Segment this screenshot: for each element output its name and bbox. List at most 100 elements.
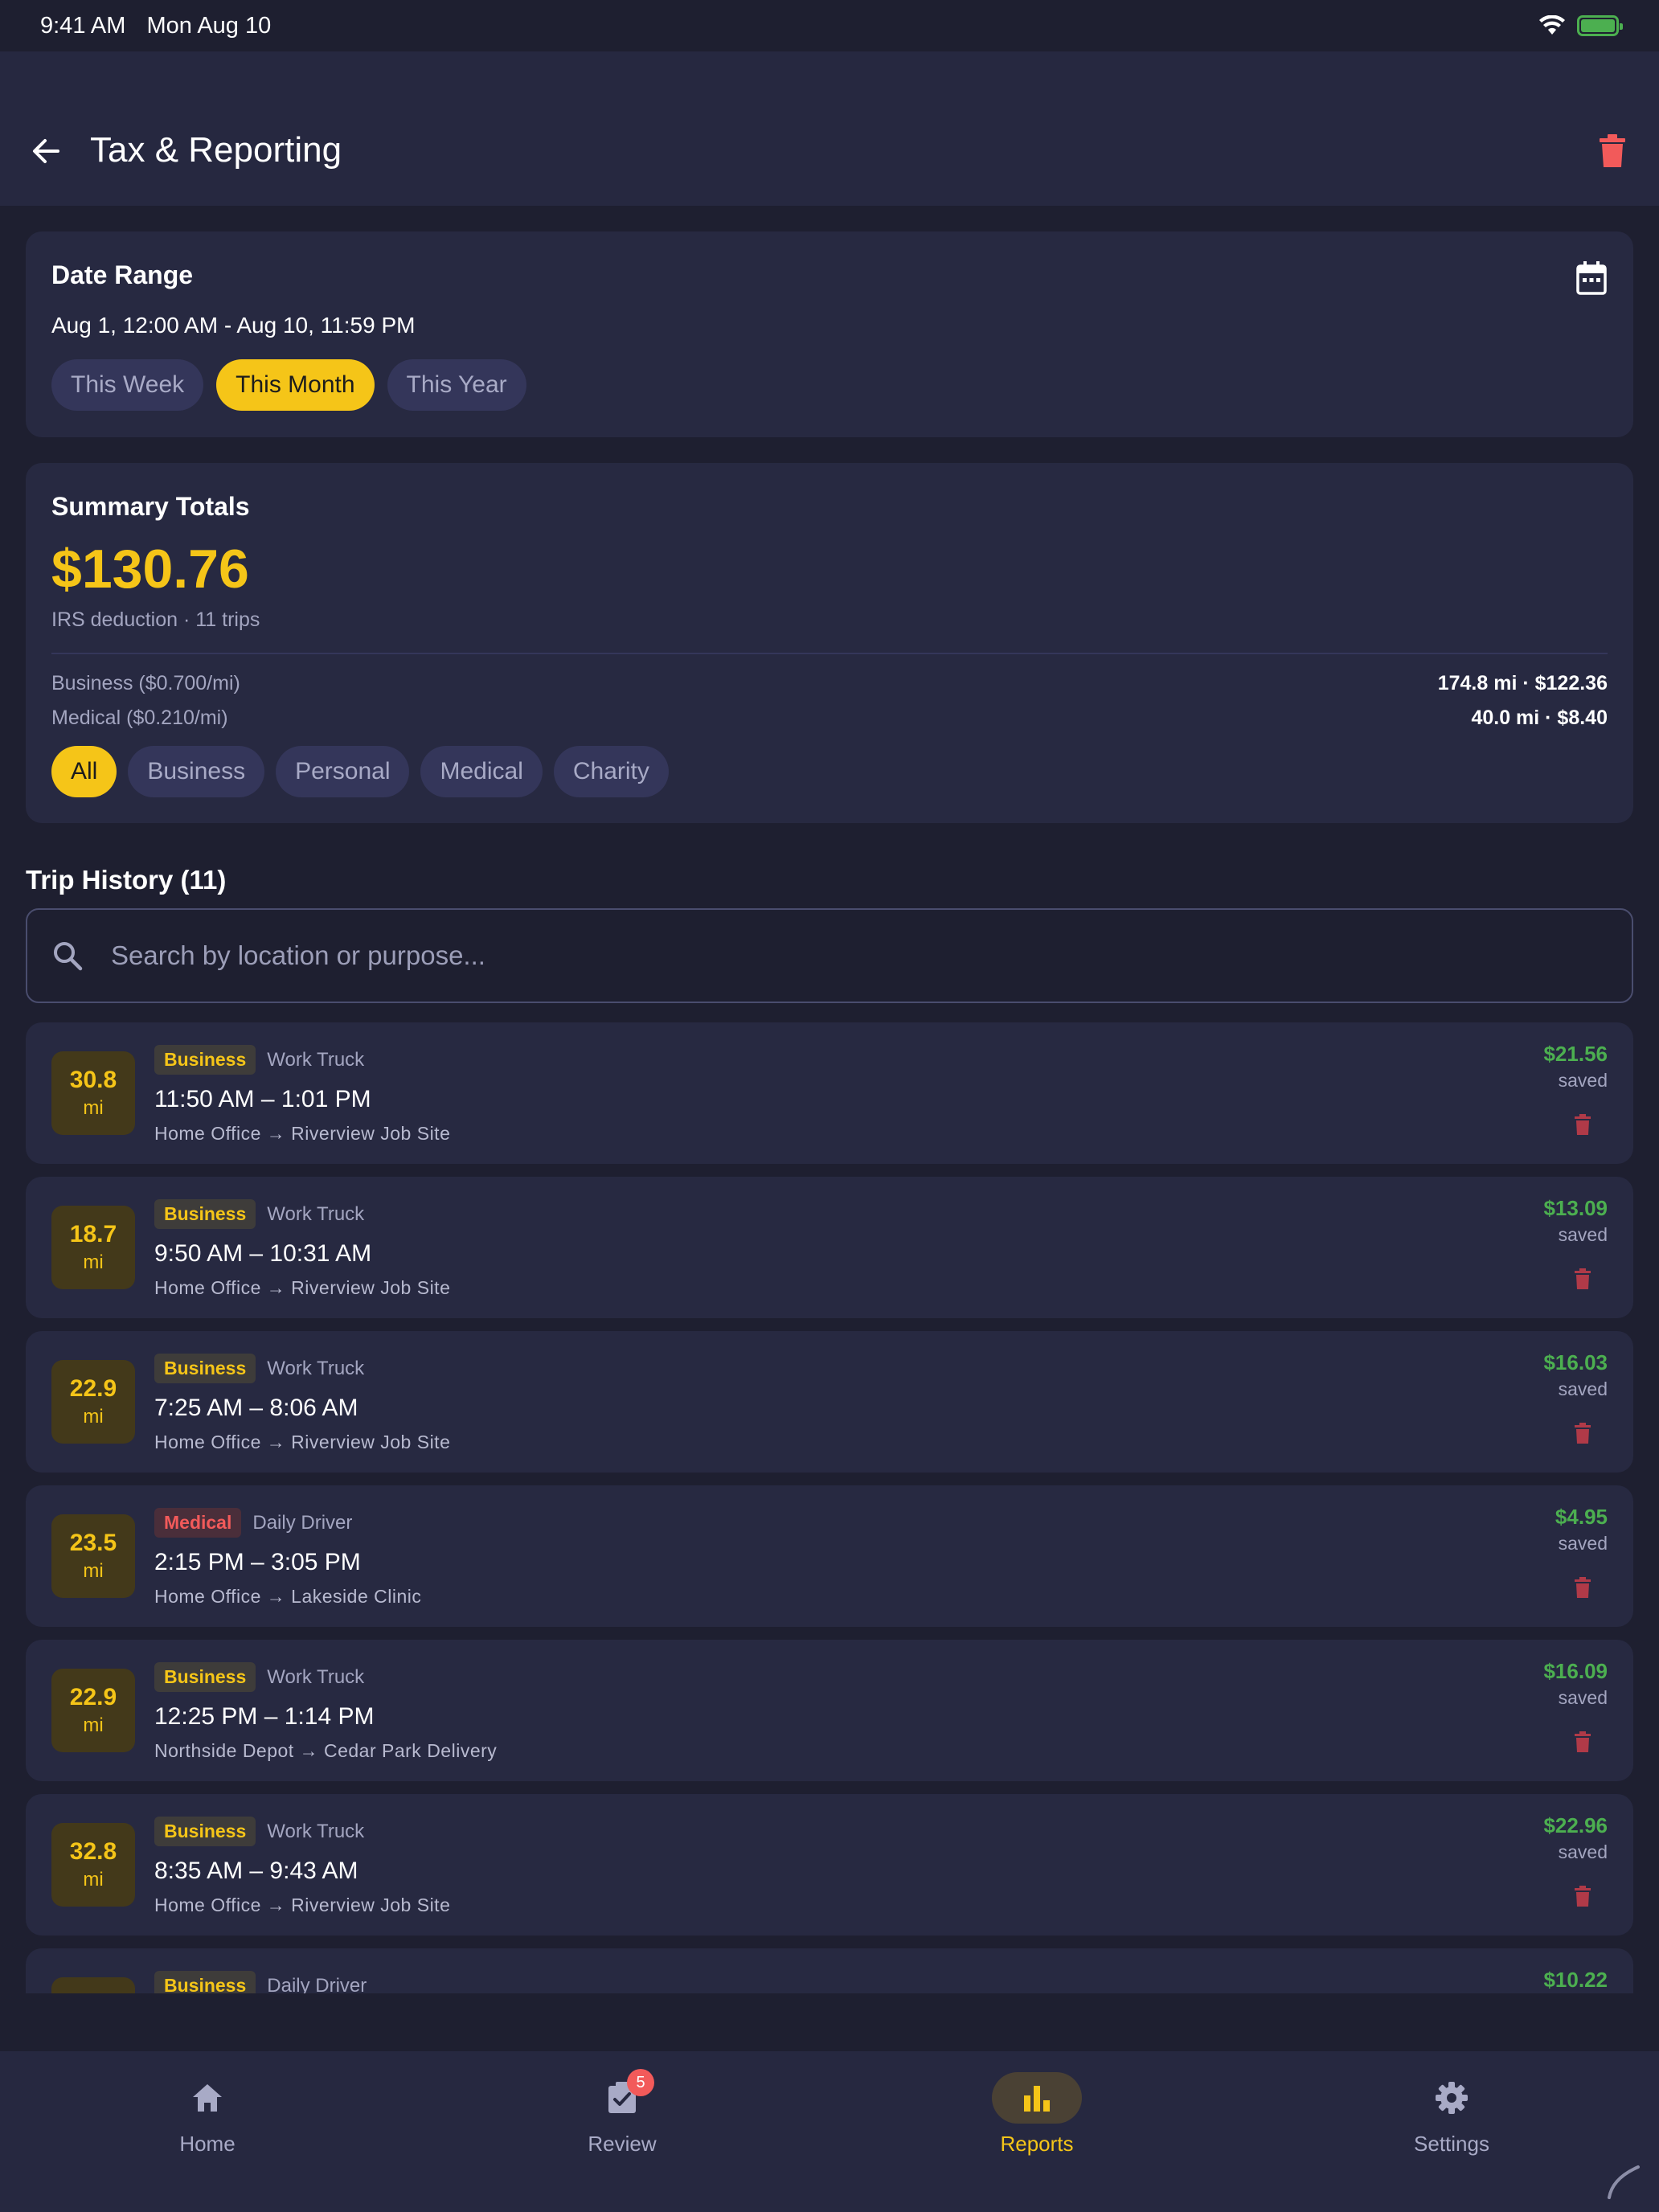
trip-savings: $16.09 saved — [1543, 1659, 1608, 1709]
trip-savings: $13.09 saved — [1543, 1196, 1608, 1246]
nav-icon-wrap — [992, 2072, 1082, 2124]
trip-delete-trash-icon[interactable] — [1574, 1114, 1591, 1135]
trip-miles-unit: mi — [83, 1560, 104, 1582]
status-date: Mon Aug 10 — [146, 12, 272, 39]
trip-miles: 23.5 — [69, 1530, 117, 1556]
trip-row[interactable]: 30.8 mi Business Work Truck 11:50 AM – 1… — [26, 1022, 1633, 1164]
rate-label: Medical ($0.210/mi) — [51, 707, 228, 729]
trip-saved-amount: $21.56 — [1543, 1042, 1608, 1066]
trip-miles-unit: mi — [83, 1714, 104, 1736]
trip-tag-row: Business Work Truck — [154, 1354, 450, 1383]
status-time: 9:41 AM — [40, 12, 126, 39]
search-input[interactable] — [111, 940, 1558, 971]
nav-icon-wrap — [1407, 2072, 1497, 2124]
trip-delete-trash-icon[interactable] — [1574, 1886, 1591, 1907]
trip-vehicle: Work Truck — [267, 1357, 365, 1379]
date-range-heading: Date Range — [51, 260, 194, 289]
trip-vehicle: Work Truck — [267, 1202, 365, 1225]
trip-savings: $16.03 saved — [1543, 1350, 1608, 1400]
trip-time: 9:50 AM – 10:31 AM — [154, 1240, 372, 1267]
trip-saved-label: saved — [1558, 1070, 1608, 1091]
trip-search-bar[interactable] — [26, 908, 1633, 1003]
trip-saved-amount: $4.95 — [1555, 1505, 1608, 1529]
trip-tag-row: Business Work Truck — [154, 1199, 450, 1229]
trip-row[interactable]: mi Business Daily Driver $10.22 saved — [26, 1948, 1633, 1993]
nav-item-review[interactable]: 5 Review — [415, 2051, 830, 2212]
delete-all-trash-icon[interactable] — [1598, 133, 1627, 169]
nav-label-settings: Settings — [1414, 2132, 1489, 2156]
filter-chip-personal[interactable]: Personal — [276, 746, 410, 797]
category-filter-chips: All Business Personal Medical Charity — [51, 746, 1608, 797]
trip-distance-badge: mi — [51, 1977, 135, 1993]
trip-savings: $4.95 saved — [1555, 1505, 1608, 1555]
trip-time: 11:50 AM – 1:01 PM — [154, 1086, 371, 1112]
nav-item-reports[interactable]: Reports — [830, 2051, 1244, 2212]
trip-category-tag: Business — [154, 1662, 256, 1692]
trip-distance-badge: 18.7 mi — [51, 1206, 135, 1289]
nav-item-settings[interactable]: Settings — [1244, 2051, 1659, 2212]
search-icon — [54, 942, 83, 971]
trip-miles: 32.8 — [69, 1838, 117, 1865]
date-range-value: Aug 1, 12:00 AM - Aug 10, 11:59 PM — [51, 313, 416, 338]
trip-delete-trash-icon[interactable] — [1574, 1731, 1591, 1752]
trip-route: Home Office → Riverview Job Site — [154, 1123, 451, 1144]
trip-row[interactable]: 22.9 mi Business Work Truck 7:25 AM – 8:… — [26, 1331, 1633, 1473]
filter-chip-all[interactable]: All — [51, 746, 117, 797]
nav-label-home: Home — [179, 2132, 236, 2156]
summary-totals-card: Summary Totals $130.76 IRS deduction · 1… — [26, 463, 1633, 823]
trip-delete-trash-icon[interactable] — [1574, 1423, 1591, 1444]
summary-subtitle: IRS deduction · 11 trips — [51, 608, 260, 631]
trip-miles: 30.8 — [69, 1067, 117, 1093]
bottom-navigation: Home 5 Review Reports Settings — [0, 2051, 1659, 2212]
calendar-icon[interactable] — [1575, 260, 1608, 296]
nav-label-reports: Reports — [1000, 2132, 1074, 2156]
page-title: Tax & Reporting — [90, 130, 342, 170]
trip-time: 7:25 AM – 8:06 AM — [154, 1395, 358, 1421]
trip-savings: $10.22 saved — [1543, 1968, 1608, 1993]
trip-info: Business Work Truck 11:50 AM – 1:01 PM H… — [154, 1045, 450, 1145]
trip-vehicle: Work Truck — [267, 1048, 365, 1071]
trip-saved-label: saved — [1558, 1533, 1608, 1554]
trip-row[interactable]: 18.7 mi Business Work Truck 9:50 AM – 10… — [26, 1177, 1633, 1318]
filter-chip-business[interactable]: Business — [128, 746, 265, 797]
trip-miles: 22.9 — [69, 1684, 117, 1710]
trip-delete-trash-icon[interactable] — [1574, 1577, 1591, 1598]
trip-info: Business Work Truck 8:35 AM – 9:43 AM Ho… — [154, 1817, 450, 1916]
status-right — [1538, 15, 1623, 36]
trip-miles-unit: mi — [83, 1097, 104, 1119]
trip-info: Business Work Truck 9:50 AM – 10:31 AM H… — [154, 1199, 450, 1299]
preset-chip-this-month[interactable]: This Month — [216, 359, 375, 411]
trip-info: Business Work Truck 7:25 AM – 8:06 AM Ho… — [154, 1354, 450, 1453]
filter-chip-charity[interactable]: Charity — [553, 746, 669, 797]
trip-delete-trash-icon[interactable] — [1574, 1268, 1591, 1289]
trip-distance-badge: 22.9 mi — [51, 1360, 135, 1444]
bar-chart-icon — [1024, 2086, 1050, 2112]
nav-icon-wrap — [162, 2072, 252, 2124]
trip-tag-row: Business Work Truck — [154, 1817, 450, 1846]
preset-chip-this-year[interactable]: This Year — [387, 359, 526, 411]
trip-saved-label: saved — [1558, 1841, 1608, 1862]
trip-row[interactable]: 23.5 mi Medical Daily Driver 2:15 PM – 3… — [26, 1485, 1633, 1627]
trip-row[interactable]: 22.9 mi Business Work Truck 12:25 PM – 1… — [26, 1640, 1633, 1781]
trip-savings: $22.96 saved — [1543, 1813, 1608, 1863]
summary-total-amount: $130.76 — [51, 539, 249, 600]
trip-route: Home Office → Riverview Job Site — [154, 1895, 451, 1915]
trip-vehicle: Daily Driver — [267, 1974, 367, 1994]
trip-distance-badge: 22.9 mi — [51, 1669, 135, 1752]
preset-chip-this-week[interactable]: This Week — [51, 359, 204, 411]
nav-label-review: Review — [588, 2132, 657, 2156]
trip-row[interactable]: 32.8 mi Business Work Truck 8:35 AM – 9:… — [26, 1794, 1633, 1936]
trip-category-tag: Business — [154, 1354, 256, 1383]
filter-chip-medical[interactable]: Medical — [420, 746, 543, 797]
trip-vehicle: Daily Driver — [252, 1511, 353, 1534]
trip-category-tag: Business — [154, 1045, 256, 1075]
nav-icon-wrap: 5 — [577, 2069, 667, 2124]
nav-item-home[interactable]: Home — [0, 2051, 415, 2212]
trip-saved-amount: $16.03 — [1543, 1350, 1608, 1374]
trip-miles-unit: mi — [83, 1869, 104, 1890]
trip-info: Business Work Truck 12:25 PM – 1:14 PM N… — [154, 1662, 497, 1762]
trip-info: Business Daily Driver — [154, 1971, 367, 1993]
back-arrow-icon[interactable] — [29, 135, 61, 167]
trip-miles-unit: mi — [83, 1251, 104, 1273]
trip-tag-row: Business Work Truck — [154, 1045, 450, 1075]
